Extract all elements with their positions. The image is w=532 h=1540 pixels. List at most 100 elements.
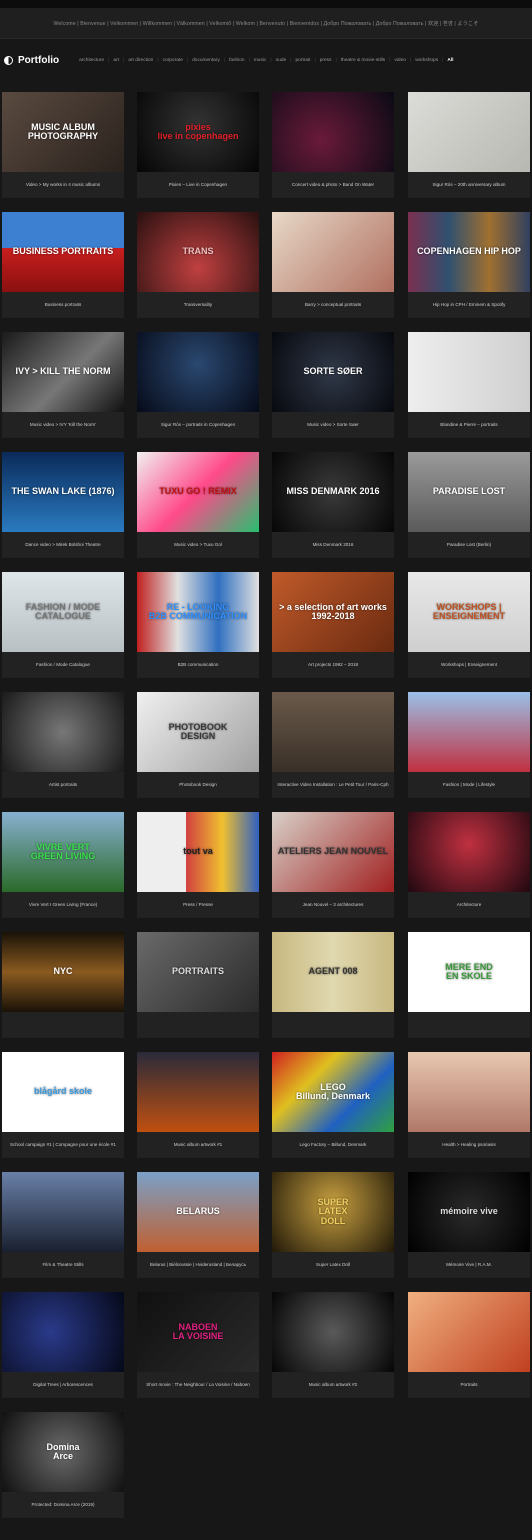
portfolio-thumbnail[interactable]: pixies live in copenhagen <box>137 92 259 172</box>
portfolio-thumbnail[interactable]: PARADISE LOST <box>408 452 530 532</box>
portfolio-thumbnail[interactable] <box>408 692 530 772</box>
portfolio-card[interactable]: NYC <box>2 932 124 1038</box>
portfolio-card[interactable]: > a selection of art works 1992-2018 Art … <box>272 572 394 678</box>
portfolio-thumbnail[interactable]: Domina Arce <box>2 1412 124 1492</box>
portfolio-caption[interactable]: Film & Theatre Stills <box>2 1252 124 1278</box>
portfolio-thumbnail[interactable]: AGENT 008 <box>272 932 394 1012</box>
portfolio-thumbnail[interactable] <box>408 92 530 172</box>
portfolio-caption[interactable] <box>2 1012 124 1038</box>
portfolio-caption[interactable]: Portraits <box>408 1372 530 1398</box>
portfolio-caption[interactable]: Transversality <box>137 292 259 318</box>
portfolio-caption[interactable]: Sigur Rós – 20th anniversary album <box>408 172 530 198</box>
site-logo[interactable]: Portfolio <box>4 55 59 66</box>
portfolio-caption[interactable]: B2B communication <box>137 652 259 678</box>
portfolio-card[interactable]: Interactive Video Installation : Le Peti… <box>272 692 394 798</box>
portfolio-card[interactable]: Concert video & photo > Band On Water <box>272 92 394 198</box>
menu-item-art-direction[interactable]: art direction <box>124 58 157 63</box>
portfolio-card[interactable]: ATELIERS JEAN NOUVEL Jean Nouvel – 3 arch… <box>272 812 394 918</box>
portfolio-caption[interactable]: Architecture <box>408 892 530 918</box>
portfolio-thumbnail[interactable] <box>408 1052 530 1132</box>
portfolio-caption[interactable]: Miss Denmark 2016 <box>272 532 394 558</box>
portfolio-caption[interactable]: Music album artwork #1 <box>137 1132 259 1158</box>
menu-item-portrait[interactable]: portrait <box>292 58 315 63</box>
menu-item-workshops[interactable]: workshops <box>411 58 442 63</box>
portfolio-caption[interactable]: Mémoire Vive | R.A.M. <box>408 1252 530 1278</box>
portfolio-caption[interactable]: Pixies – Live in Copenhagen <box>137 172 259 198</box>
portfolio-caption[interactable]: Hip Hop in CPH / Eminem & Spotify <box>408 292 530 318</box>
menu-item-architecture[interactable]: architecture <box>75 58 108 63</box>
portfolio-thumbnail[interactable]: TRANS <box>137 212 259 292</box>
menu-item-all[interactable]: All <box>443 58 457 63</box>
portfolio-thumbnail[interactable]: TUXU GO ! REMIX <box>137 452 259 532</box>
portfolio-caption[interactable] <box>137 1012 259 1038</box>
portfolio-card[interactable]: Music album artwork #2 <box>272 1292 394 1398</box>
portfolio-thumbnail[interactable]: MUSIC ALBUM PHOTOGRAPHY <box>2 92 124 172</box>
portfolio-caption[interactable]: Fashion / Mode Catalogue <box>2 652 124 678</box>
portfolio-card[interactable]: MISS DENMARK 2016 Miss Denmark 2016 <box>272 452 394 558</box>
portfolio-thumbnail[interactable]: blågård skole <box>2 1052 124 1132</box>
portfolio-thumbnail[interactable]: COPENHAGEN HIP HOP <box>408 212 530 292</box>
portfolio-thumbnail[interactable]: MISS DENMARK 2016 <box>272 452 394 532</box>
portfolio-thumbnail[interactable] <box>2 692 124 772</box>
portfolio-caption[interactable]: Business portraits <box>2 292 124 318</box>
portfolio-caption[interactable]: Music video > IVY 'Kill the Norm' <box>2 412 124 438</box>
portfolio-card[interactable]: RE - LOOKING B2B COMMUNICATION B2B commun… <box>137 572 259 678</box>
portfolio-caption[interactable]: Interactive Video Installation : Le Peti… <box>272 772 394 798</box>
portfolio-thumbnail[interactable] <box>137 332 259 412</box>
portfolio-caption[interactable]: Music video > Tuxu Gol <box>137 532 259 558</box>
portfolio-thumbnail[interactable] <box>2 1172 124 1252</box>
portfolio-card[interactable]: WORKSHOPS | ENSEIGNEMENT Workshops | Ense… <box>408 572 530 678</box>
menu-item-corporate[interactable]: corporate <box>159 58 187 63</box>
portfolio-caption[interactable]: Protected: Domina Arce (2019) <box>2 1492 124 1518</box>
menu-item-press[interactable]: press <box>316 58 336 63</box>
portfolio-thumbnail[interactable]: NABOEN LA VOISINE <box>137 1292 259 1372</box>
portfolio-caption[interactable]: Sigur Rós – portraits in Copenhagen <box>137 412 259 438</box>
portfolio-caption[interactable]: Dance video > Mirek Bolshoi Theatre <box>2 532 124 558</box>
portfolio-card[interactable]: VIVRE VERT GREEN LIVING Vivre Vert I Gree… <box>2 812 124 918</box>
portfolio-card[interactable]: MUSIC ALBUM PHOTOGRAPHY Video > My works … <box>2 92 124 198</box>
portfolio-card[interactable]: LEGO Billund, Denmark Lego Factory – Bill… <box>272 1052 394 1158</box>
portfolio-caption[interactable]: Music video > Sorte Søer <box>272 412 394 438</box>
portfolio-card[interactable]: PARADISE LOST Paradise Lost (Berlin) <box>408 452 530 558</box>
portfolio-thumbnail[interactable]: PHOTOBOOK DESIGN <box>137 692 259 772</box>
portfolio-card[interactable]: BUSINESS PORTRAITS Business portraits <box>2 212 124 318</box>
portfolio-thumbnail[interactable]: BELARUS <box>137 1172 259 1252</box>
portfolio-caption[interactable]: Workshops | Enseignement <box>408 652 530 678</box>
portfolio-thumbnail[interactable] <box>272 692 394 772</box>
portfolio-card[interactable]: PORTRAITS <box>137 932 259 1038</box>
portfolio-thumbnail[interactable]: IVY > KILL THE NORM <box>2 332 124 412</box>
portfolio-caption[interactable]: Artist portraits <box>2 772 124 798</box>
menu-item-documentary[interactable]: documentary <box>188 58 224 63</box>
portfolio-card[interactable]: Blandine & Pierre – portraits <box>408 332 530 438</box>
portfolio-card[interactable]: Digital Trees | Arborescences <box>2 1292 124 1398</box>
portfolio-thumbnail[interactable] <box>272 92 394 172</box>
portfolio-thumbnail[interactable]: VIVRE VERT GREEN LIVING <box>2 812 124 892</box>
portfolio-thumbnail[interactable] <box>137 1052 259 1132</box>
portfolio-thumbnail[interactable]: THE SWAN LAKE (1876) <box>2 452 124 532</box>
menu-item-nude[interactable]: nude <box>272 58 291 63</box>
portfolio-thumbnail[interactable]: SUPER LATEX DOLL <box>272 1172 394 1252</box>
portfolio-card[interactable]: pixies live in copenhagen Pixies – Live i… <box>137 92 259 198</box>
portfolio-thumbnail[interactable] <box>408 1292 530 1372</box>
portfolio-card[interactable]: PHOTOBOOK DESIGN Photobook Design <box>137 692 259 798</box>
portfolio-card[interactable]: Barry > conceptual portraits <box>272 212 394 318</box>
portfolio-card[interactable]: SORTE SØER Music video > Sorte Søer <box>272 332 394 438</box>
portfolio-thumbnail[interactable]: ATELIERS JEAN NOUVEL <box>272 812 394 892</box>
portfolio-thumbnail[interactable] <box>408 332 530 412</box>
portfolio-card[interactable]: Music album artwork #1 <box>137 1052 259 1158</box>
portfolio-card[interactable]: Health > Healing psoriasis <box>408 1052 530 1158</box>
menu-item-theatre-movie-stills[interactable]: theatre & movie-stills <box>337 58 390 63</box>
portfolio-caption[interactable]: Art projects 1992 – 2018 <box>272 652 394 678</box>
portfolio-card[interactable]: Sigur Rós – portraits in Copenhagen <box>137 332 259 438</box>
portfolio-card[interactable]: Architecture <box>408 812 530 918</box>
portfolio-caption[interactable] <box>272 1012 394 1038</box>
portfolio-caption[interactable]: Paradise Lost (Berlin) <box>408 532 530 558</box>
portfolio-thumbnail[interactable]: mémoire vive <box>408 1172 530 1252</box>
portfolio-card[interactable]: Film & Theatre Stills <box>2 1172 124 1278</box>
portfolio-thumbnail[interactable]: MERE END EN SKOLE <box>408 932 530 1012</box>
menu-item-art[interactable]: art <box>109 58 123 63</box>
portfolio-thumbnail[interactable]: BUSINESS PORTRAITS <box>2 212 124 292</box>
portfolio-card[interactable]: mémoire vive Mémoire Vive | R.A.M. <box>408 1172 530 1278</box>
portfolio-card[interactable]: blågård skole School campaign #1 | Compag… <box>2 1052 124 1158</box>
portfolio-thumbnail[interactable] <box>2 1292 124 1372</box>
